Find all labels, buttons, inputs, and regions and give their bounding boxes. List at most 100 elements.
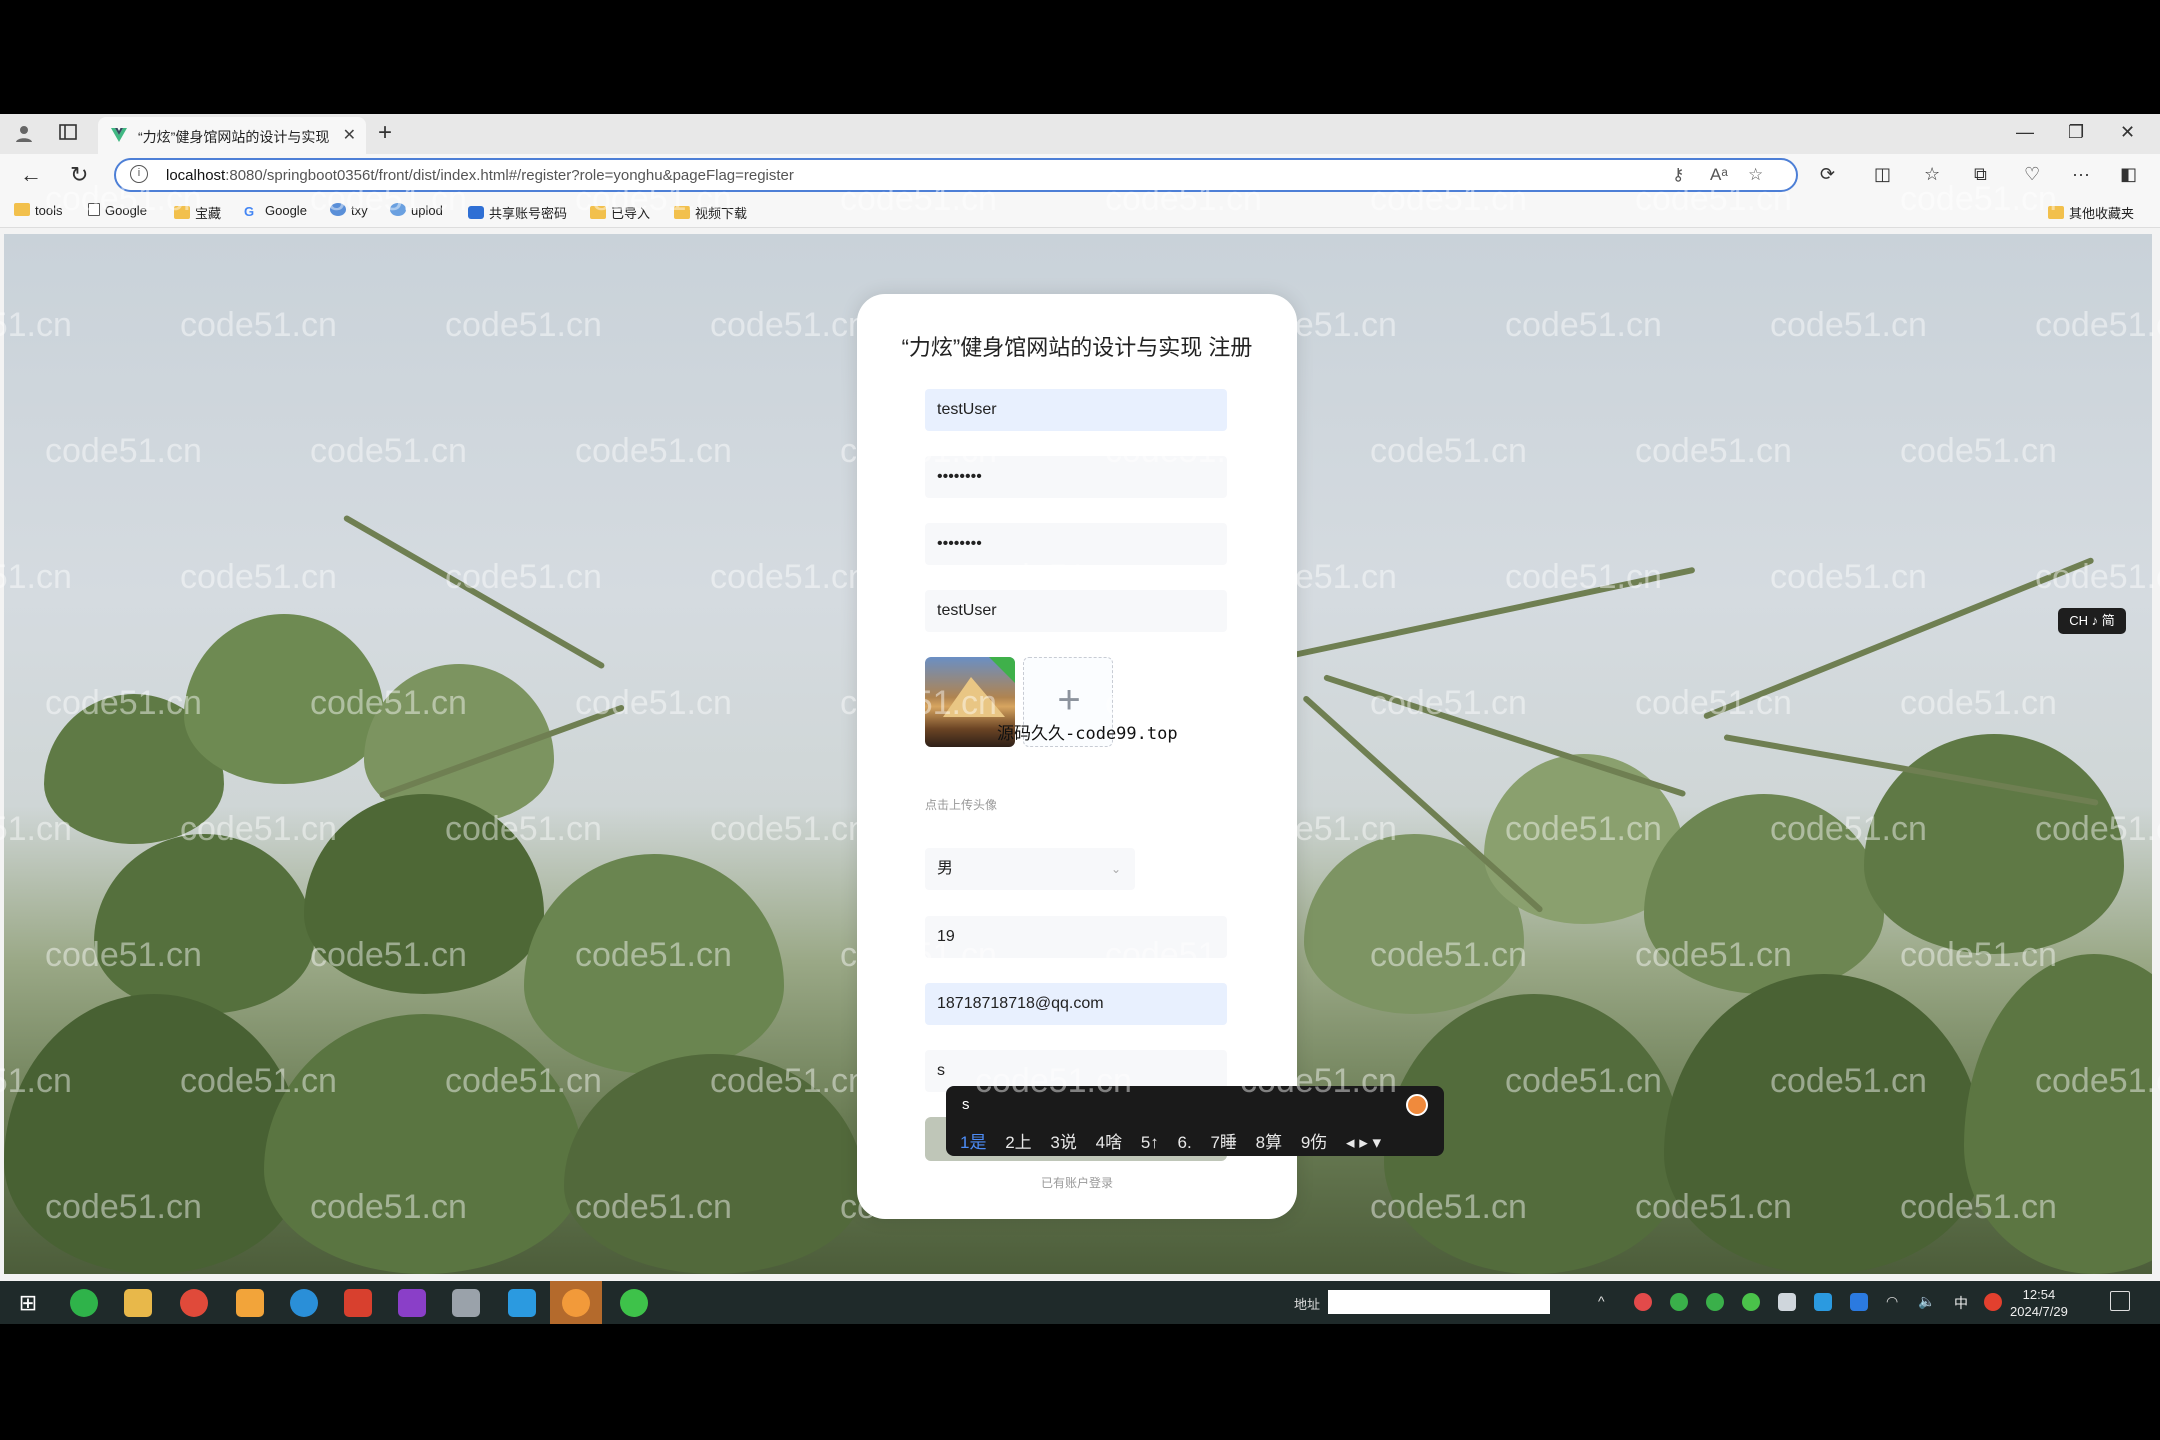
tab-register[interactable]: “力炫”健身馆网站的设计与实现 ✕: [98, 117, 366, 154]
tray-sogou-icon[interactable]: [1984, 1293, 2002, 1311]
ime-page-nav[interactable]: ◂ ▸ ▾: [1346, 1133, 1381, 1152]
input-language[interactable]: 中: [1954, 1293, 1972, 1311]
ime-candidate-window: s 1是 2上 3说 4啥 5↑ 6. 7睡 8算 9伤 ◂ ▸ ▾: [946, 1086, 1444, 1156]
tray-app-icon[interactable]: [1706, 1293, 1724, 1311]
bookmark-txy[interactable]: txy: [330, 203, 368, 218]
tray-app-icon[interactable]: [1670, 1293, 1688, 1311]
page-icon: [88, 203, 100, 216]
app-blue-icon[interactable]: [508, 1289, 536, 1317]
wifi-icon[interactable]: ◠: [1886, 1293, 1904, 1311]
share-icon: [468, 206, 484, 219]
key-icon[interactable]: ⚷: [1672, 165, 1684, 185]
username-input[interactable]: testUser: [925, 389, 1227, 431]
vue-icon: [111, 128, 127, 142]
register-card: “力炫”健身馆网站的设计与实现 注册 testUser •••••••• •••…: [857, 294, 1297, 1219]
confirm-password-input[interactable]: ••••••••: [925, 523, 1227, 565]
tab-title: “力炫”健身馆网站的设计与实现: [138, 129, 330, 145]
reload-icon[interactable]: ↻: [70, 162, 88, 188]
tray-app-icon[interactable]: [1814, 1293, 1832, 1311]
password-input[interactable]: ••••••••: [925, 456, 1227, 498]
folder-icon: [14, 203, 30, 216]
bookmark-other-favorites[interactable]: 其他收藏夹: [2048, 203, 2134, 222]
bookmark-treasure[interactable]: 宝藏: [174, 203, 221, 222]
ime-composition: s: [962, 1096, 970, 1113]
ime-candidate[interactable]: 4啥: [1096, 1133, 1122, 1152]
tab-close-icon[interactable]: ✕: [343, 125, 356, 145]
bookmarks-bar: tools Google 宝藏 G Google txy uplod 共享账号密码…: [0, 196, 2160, 228]
edge-icon[interactable]: [290, 1289, 318, 1317]
split-screen-icon[interactable]: ◫: [1874, 164, 1891, 185]
app-orange-icon[interactable]: [562, 1289, 590, 1317]
cloud-icon: [390, 203, 406, 216]
windows-start-icon[interactable]: ⊞: [14, 1289, 42, 1317]
gender-value: 男: [937, 860, 954, 877]
bookmark-google-2[interactable]: G Google: [244, 203, 307, 219]
ime-candidate[interactable]: 3说: [1050, 1133, 1076, 1152]
system-clock[interactable]: 12:54 2024/7/29: [2010, 1286, 2068, 1320]
taskbar: ⊞ 地址 ^ ◠ 🔈 中 12:54 2024/7/29: [0, 1281, 2160, 1324]
new-tab-button[interactable]: +: [378, 119, 392, 147]
address-toolbar-input[interactable]: [1328, 1290, 1550, 1314]
ime-language-indicator[interactable]: CH ♪ 简: [2058, 608, 2126, 634]
bookmark-imported[interactable]: 已导入: [590, 203, 650, 222]
close-window-icon[interactable]: ✕: [2120, 122, 2135, 143]
ime-candidate[interactable]: 1是: [960, 1133, 986, 1152]
page-title: “力炫”健身馆网站的设计与实现 注册: [901, 335, 1253, 360]
tab-actions-icon[interactable]: [56, 122, 80, 146]
bookmark-shared-passwords[interactable]: 共享账号密码: [468, 203, 567, 222]
ime-candidate[interactable]: 6.: [1178, 1133, 1192, 1152]
ime-candidate[interactable]: 5↑: [1141, 1133, 1159, 1152]
volume-icon[interactable]: 🔈: [1918, 1293, 1936, 1311]
age-input[interactable]: 19: [925, 916, 1227, 958]
favorite-star-icon[interactable]: ☆: [1748, 165, 1763, 185]
address-bar[interactable]: i localhost:8080/springboot0356t/front/d…: [114, 158, 1798, 192]
profile-icon[interactable]: [12, 122, 36, 146]
wps-icon[interactable]: [344, 1289, 372, 1317]
file-explorer-icon[interactable]: [124, 1289, 152, 1317]
app-gray-icon[interactable]: [452, 1289, 480, 1317]
folder-icon: [174, 206, 190, 219]
ime-candidate[interactable]: 2上: [1005, 1133, 1031, 1152]
email-input[interactable]: 18718718718@qq.com: [925, 983, 1227, 1025]
tray-wechat-icon[interactable]: [1742, 1293, 1760, 1311]
browser-essentials-icon[interactable]: ♡: [2024, 164, 2040, 185]
more-icon[interactable]: ···: [2072, 164, 2090, 185]
tray-expand-icon[interactable]: ^: [1598, 1293, 1616, 1311]
ime-candidate[interactable]: 7睡: [1210, 1133, 1236, 1152]
back-icon[interactable]: ←: [20, 162, 42, 188]
sidebar-icon[interactable]: ◧: [2120, 164, 2137, 185]
tray-app-icon[interactable]: [1850, 1293, 1868, 1311]
info-icon[interactable]: i: [130, 165, 148, 183]
ime-candidate[interactable]: 8算: [1256, 1133, 1282, 1152]
url-text[interactable]: localhost:8080/springboot0356t/front/dis…: [166, 167, 794, 184]
sublime-icon[interactable]: [236, 1289, 264, 1317]
bookmark-google[interactable]: Google: [88, 203, 147, 218]
ime-candidate[interactable]: 9伤: [1301, 1133, 1327, 1152]
app-green-icon[interactable]: [70, 1289, 98, 1317]
folder-icon: [590, 206, 606, 219]
google-icon: G: [244, 204, 255, 219]
collections-icon[interactable]: ⧉: [1974, 164, 1987, 185]
ime-logo-icon[interactable]: [1406, 1094, 1428, 1116]
login-link[interactable]: 已有账户登录: [857, 1174, 1297, 1191]
navigation-toolbar: ← ↻ i localhost:8080/springboot0356t/fro…: [0, 154, 2160, 196]
wechat-icon[interactable]: [620, 1289, 648, 1317]
chevron-down-icon: ⌄: [1110, 862, 1121, 876]
intellij-icon[interactable]: [398, 1289, 426, 1317]
minimize-icon[interactable]: —: [2016, 122, 2034, 143]
bookmark-video-download[interactable]: 视频下载: [674, 203, 747, 222]
favorites-icon[interactable]: ☆: [1924, 164, 1940, 185]
clock-date: 2024/7/29: [2010, 1304, 2068, 1319]
read-aloud-icon[interactable]: Aᵃ: [1710, 165, 1728, 185]
notification-icon[interactable]: [2110, 1291, 2130, 1311]
screen: “力炫”健身馆网站的设计与实现 ✕ + — ❐ ✕ ← ↻ i localhos…: [0, 0, 2160, 1440]
tray-app-icon[interactable]: [1634, 1293, 1652, 1311]
extensions-icon[interactable]: ⟳: [1820, 164, 1835, 185]
name-input[interactable]: testUser: [925, 590, 1227, 632]
tray-app-icon[interactable]: [1778, 1293, 1796, 1311]
bookmark-uplod[interactable]: uplod: [390, 203, 443, 218]
gender-select[interactable]: 男 ⌄: [925, 848, 1135, 890]
restore-icon[interactable]: ❐: [2068, 122, 2084, 143]
bookmark-tools[interactable]: tools: [14, 203, 62, 218]
chrome-icon[interactable]: [180, 1289, 208, 1317]
